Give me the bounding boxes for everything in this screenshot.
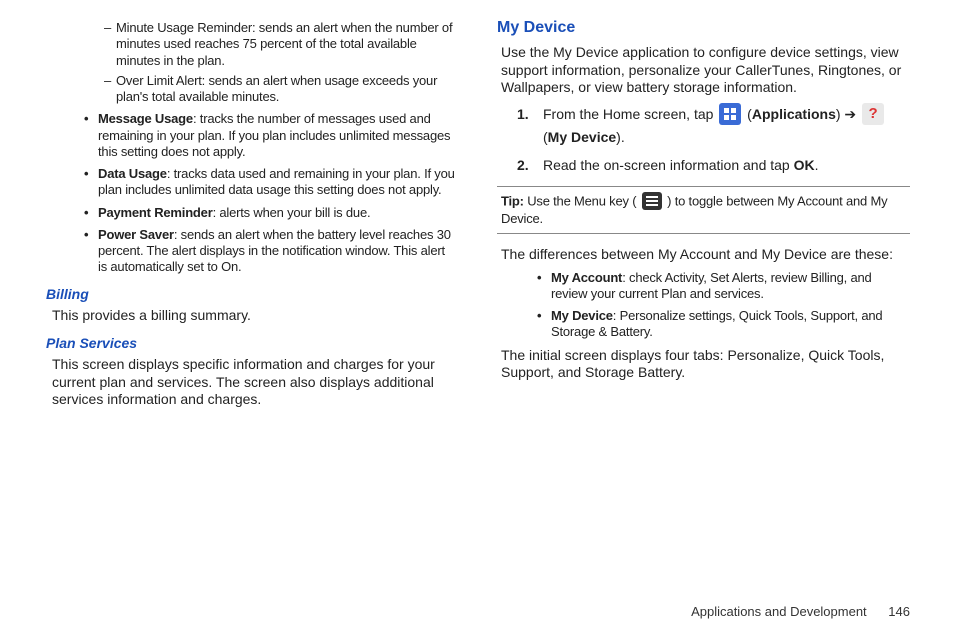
applications-icon (719, 103, 741, 125)
applications-label: Applications (752, 106, 836, 122)
bullet-marker: • (537, 308, 551, 341)
bullet-text: Message Usage: tracks the number of mess… (98, 111, 457, 160)
my-device-intro: Use the My Device application to configu… (501, 44, 910, 97)
bullet-text: Power Saver: sends an alert when the bat… (98, 227, 457, 276)
subheading-billing: Billing (46, 286, 457, 304)
dash-marker: – (104, 20, 116, 69)
bullet-text: Data Usage: tracks data used and remaini… (98, 166, 457, 199)
bullet-label: Message Usage (98, 111, 193, 126)
help-icon: ? (862, 103, 884, 125)
closing-paragraph: The initial screen displays four tabs: P… (501, 347, 910, 382)
plan-services-paragraph: This screen displays specific informatio… (52, 356, 457, 409)
step-content: From the Home screen, tap (Applications)… (543, 103, 910, 148)
menu-key-icon (642, 192, 662, 210)
bullet-item: • My Device: Personalize settings, Quick… (537, 308, 910, 341)
my-device-label: My Device (548, 129, 616, 145)
bullet-item: • My Account: check Activity, Set Alerts… (537, 270, 910, 303)
page-footer: Applications and Development 146 (691, 604, 910, 620)
tip-text-a: Use the Menu key ( (524, 193, 640, 208)
bullet-marker: • (84, 166, 98, 199)
bullet-marker: • (84, 227, 98, 276)
bullet-marker: • (84, 205, 98, 221)
bullet-text: My Device: Personalize settings, Quick T… (551, 308, 910, 341)
differences-intro: The differences between My Account and M… (501, 246, 910, 264)
bullet-marker: • (537, 270, 551, 303)
tip-label: Tip: (501, 193, 524, 208)
bullet-item: • Power Saver: sends an alert when the b… (84, 227, 457, 276)
bullet-marker: • (84, 111, 98, 160)
bullet-text: Payment Reminder: alerts when your bill … (98, 205, 370, 221)
dash-text: Over Limit Alert: sends an alert when us… (116, 73, 457, 106)
bullet-label: Data Usage (98, 166, 167, 181)
tip-box: Tip: Use the Menu key ( ) to toggle betw… (497, 186, 910, 234)
dash-item: – Over Limit Alert: sends an alert when … (104, 73, 457, 106)
page-number: 146 (888, 604, 910, 619)
arrow: ➔ (841, 106, 861, 122)
step-1: 1. From the Home screen, tap (Applicatio… (517, 103, 910, 148)
step-2: 2. Read the on-screen information and ta… (517, 154, 910, 176)
bullet-text: My Account: check Activity, Set Alerts, … (551, 270, 910, 303)
step-number: 2. (517, 154, 543, 176)
billing-paragraph: This provides a billing summary. (52, 307, 457, 325)
dash-marker: – (104, 73, 116, 106)
left-column: – Minute Usage Reminder: sends an alert … (44, 18, 457, 415)
step1-text-a: From the Home screen, tap (543, 106, 717, 122)
heading-my-device: My Device (497, 18, 910, 38)
dash-text: Minute Usage Reminder: sends an alert wh… (116, 20, 457, 69)
subheading-plan-services: Plan Services (46, 335, 457, 353)
step-number: 1. (517, 103, 543, 148)
bullet-body: : alerts when your bill is due. (213, 205, 371, 220)
dash-item: – Minute Usage Reminder: sends an alert … (104, 20, 457, 69)
bullet-label: My Account (551, 270, 622, 285)
bullet-label: My Device (551, 308, 613, 323)
bullet-item: • Data Usage: tracks data used and remai… (84, 166, 457, 199)
manual-page: – Minute Usage Reminder: sends an alert … (0, 0, 954, 636)
right-column: My Device Use the My Device application … (497, 18, 910, 415)
step2-text-a: Read the on-screen information and tap (543, 157, 794, 173)
bullet-label: Payment Reminder (98, 205, 213, 220)
bullet-item: • Message Usage: tracks the number of me… (84, 111, 457, 160)
ok-label: OK (794, 157, 815, 173)
chapter-title: Applications and Development (691, 604, 867, 619)
step-content: Read the on-screen information and tap O… (543, 154, 910, 176)
bullet-item: • Payment Reminder: alerts when your bil… (84, 205, 457, 221)
bullet-label: Power Saver (98, 227, 174, 242)
columns: – Minute Usage Reminder: sends an alert … (44, 18, 910, 415)
